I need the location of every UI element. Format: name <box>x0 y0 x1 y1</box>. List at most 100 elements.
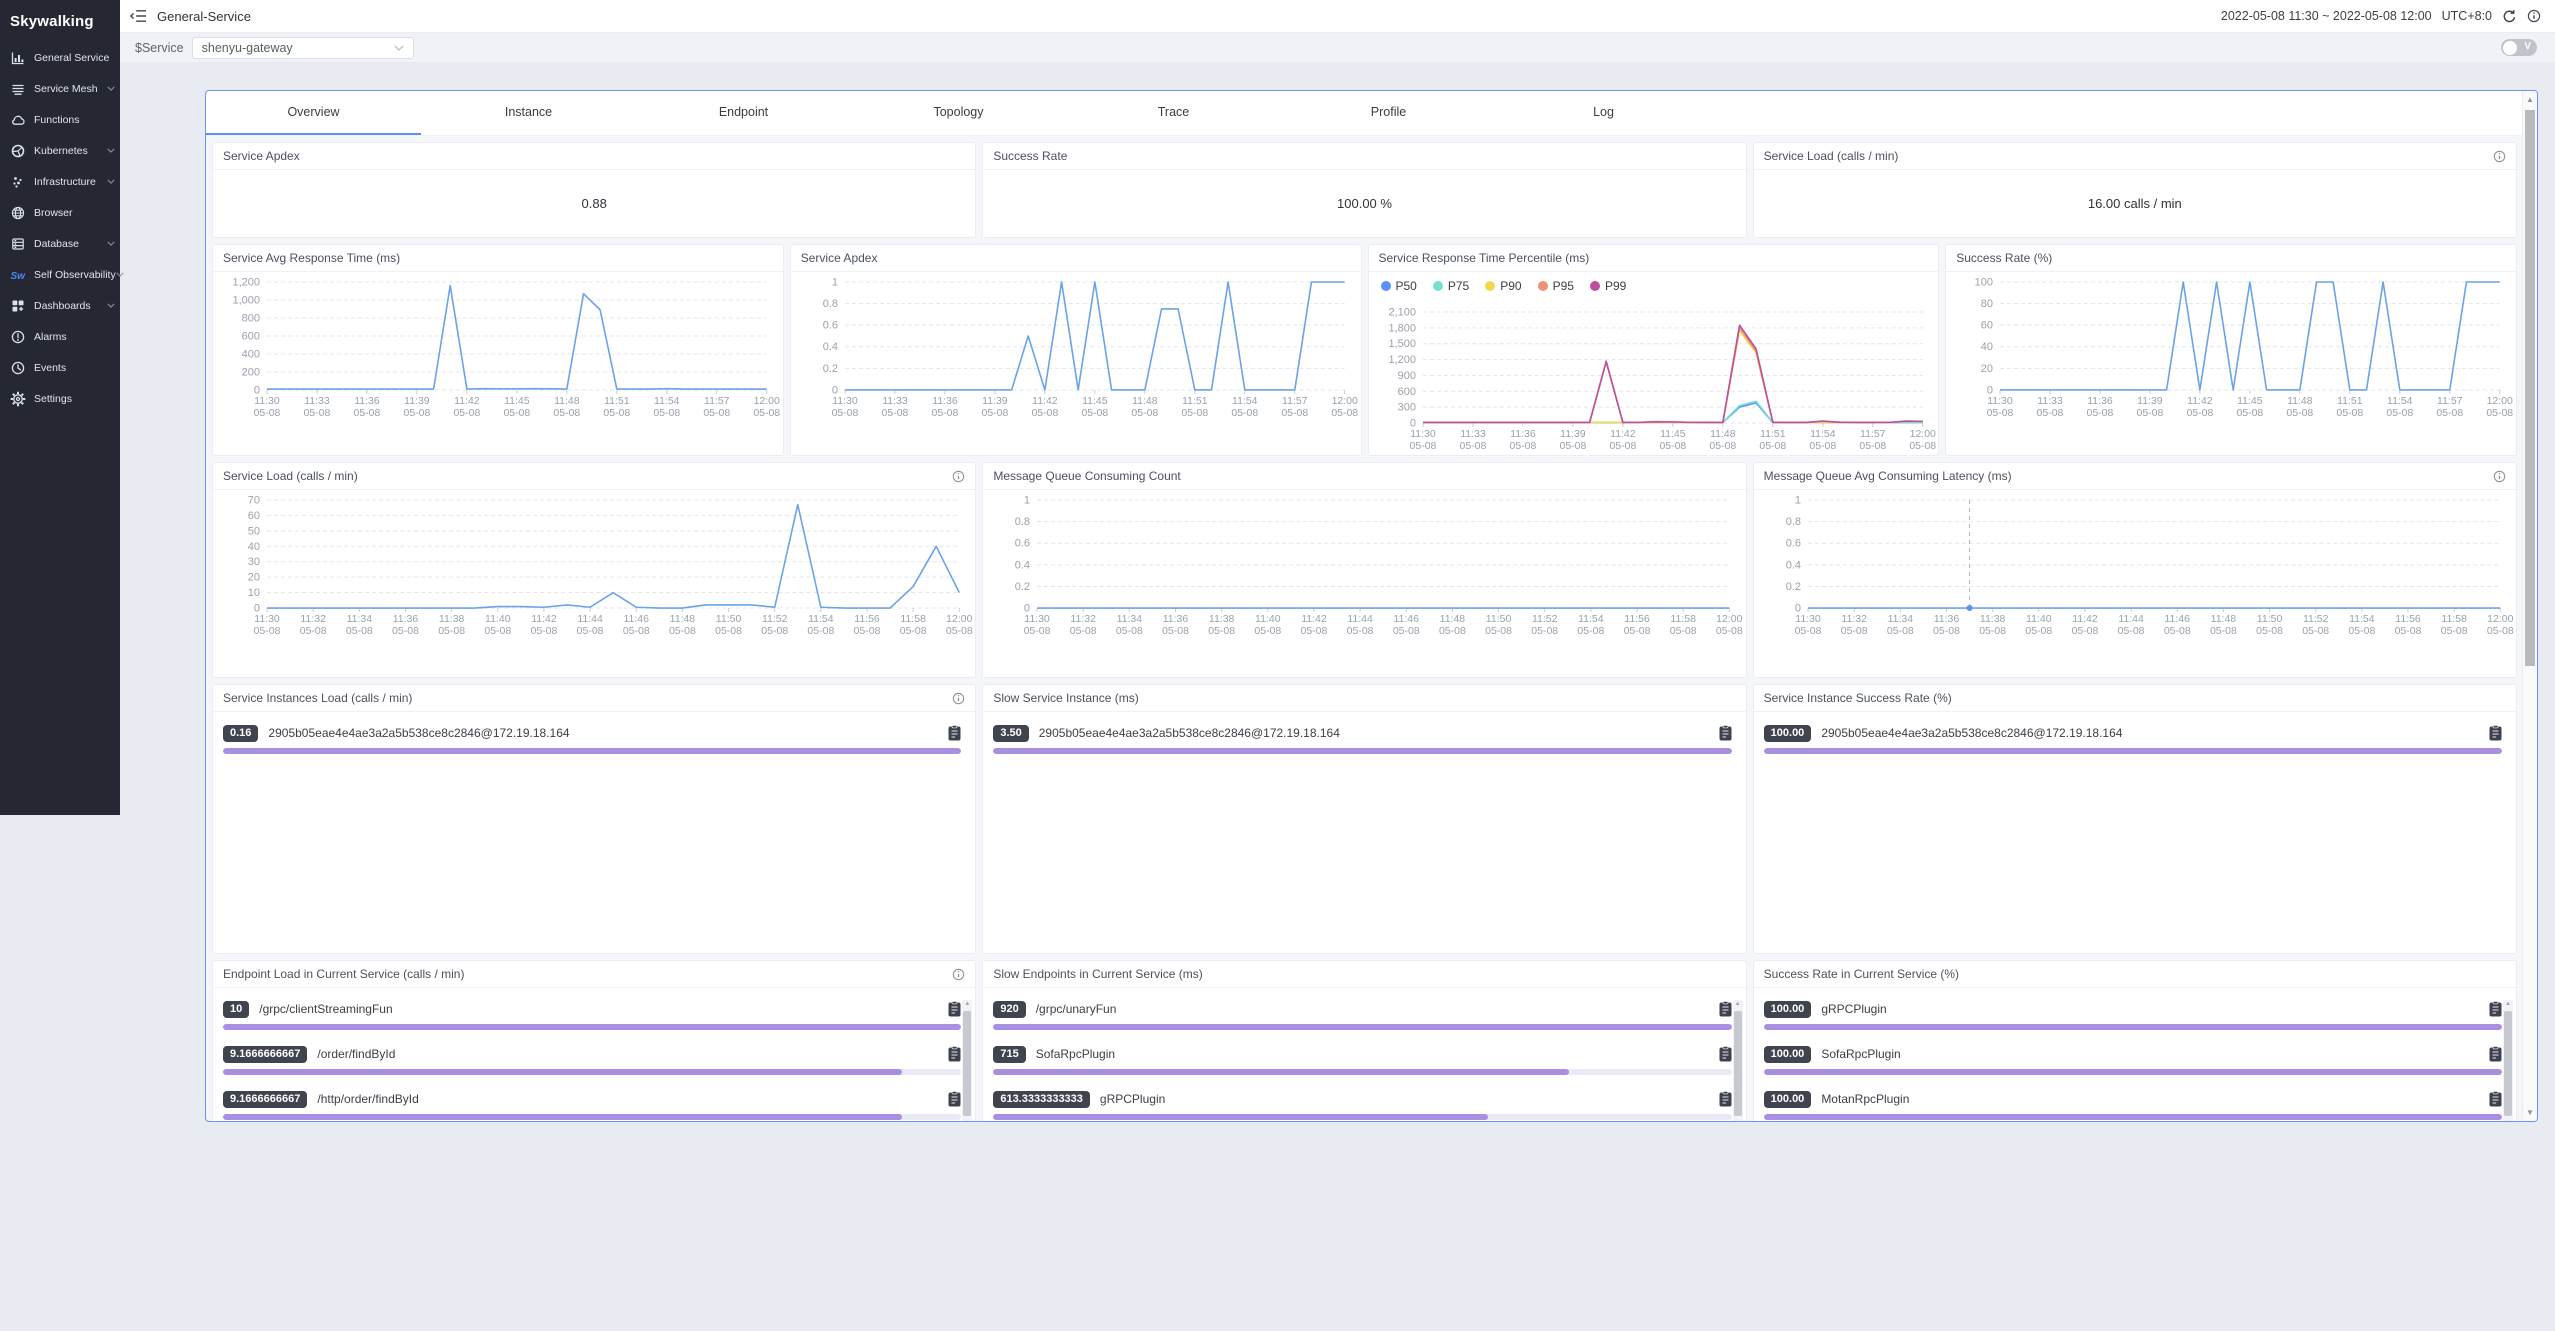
sidebar-item-infrastructure[interactable]: Infrastructure <box>0 166 120 197</box>
value-badge: 9.1666666667 <box>223 1046 307 1063</box>
svg-text:11:40: 11:40 <box>2026 613 2052 625</box>
sidebar-item-events[interactable]: Events <box>0 352 120 383</box>
list-item[interactable]: 715SofaRpcPlugin <box>993 1043 1731 1075</box>
info-icon[interactable] <box>2527 9 2541 23</box>
service-select[interactable]: shenyu-gateway <box>192 37 414 59</box>
sidebar-collapse-icon[interactable] <box>130 9 147 23</box>
tab-overview[interactable]: Overview <box>206 91 421 135</box>
list-item[interactable]: 3.502905b05eae4e4ae3a2a5b538ce8c2846@172… <box>993 722 1731 754</box>
info-icon[interactable] <box>952 470 965 483</box>
copy-icon[interactable] <box>1719 1001 1732 1017</box>
scrollbar-thumb[interactable] <box>1734 1011 1742 1116</box>
tab-endpoint[interactable]: Endpoint <box>636 91 851 135</box>
scroll-up-arrow[interactable]: ▲ <box>2503 1001 2513 1007</box>
refresh-icon[interactable] <box>2502 9 2517 24</box>
list-item[interactable]: 613.3333333333gRPCPlugin <box>993 1088 1731 1120</box>
list-item[interactable]: 100.00SofaRpcPlugin <box>1764 1043 2502 1075</box>
copy-icon[interactable] <box>1719 725 1732 741</box>
service-apdex-chart[interactable]: 00.20.40.60.8111:3005-0811:3305-0811:360… <box>791 272 1361 422</box>
list-item[interactable]: 100.00gRPCPlugin <box>1764 998 2502 1030</box>
copy-icon[interactable] <box>2489 1091 2502 1107</box>
copy-icon[interactable] <box>1719 1091 1732 1107</box>
sidebar-item-browser[interactable]: Browser <box>0 197 120 228</box>
list-item[interactable]: 0.162905b05eae4e4ae3a2a5b538ce8c2846@172… <box>223 722 961 754</box>
svg-text:11:46: 11:46 <box>2164 613 2190 625</box>
info-icon[interactable] <box>952 968 965 981</box>
scroll-down-arrow[interactable]: ▼ <box>2523 1108 2537 1117</box>
list-scrollbar[interactable]: ▲▼ <box>962 1000 972 1122</box>
timezone[interactable]: UTC+8:0 <box>2442 9 2492 23</box>
sidebar-item-service-mesh[interactable]: Service Mesh <box>0 73 120 104</box>
list-item[interactable]: 10/grpc/clientStreamingFun <box>223 998 961 1030</box>
list-scrollbar[interactable]: ▲▼ <box>2503 1000 2513 1122</box>
time-range[interactable]: 2022-05-08 11:30 ~ 2022-05-08 12:00 <box>2221 9 2432 23</box>
panel-scrollbar[interactable]: ▲ ▼ <box>2522 91 2537 1121</box>
svg-text:05-08: 05-08 <box>1840 625 1867 637</box>
sidebar-item-dashboards[interactable]: Dashboards <box>0 290 120 321</box>
slow-endpoints-current-service-card: Slow Endpoints in Current Service (ms)92… <box>982 960 1746 1122</box>
tab-trace[interactable]: Trace <box>1066 91 1281 135</box>
list-item[interactable]: 100.002905b05eae4e4ae3a2a5b538ce8c2846@1… <box>1764 722 2502 754</box>
info-icon[interactable] <box>952 692 965 705</box>
sidebar-item-self-observability[interactable]: SwSelf Observability <box>0 259 120 290</box>
copy-icon[interactable] <box>948 1001 961 1017</box>
legend-item-p75[interactable]: P75 <box>1433 279 1469 293</box>
svg-text:0.2: 0.2 <box>1015 581 1030 593</box>
legend-item-p99[interactable]: P99 <box>1590 279 1626 293</box>
list-item[interactable]: 9.1666666667/http/order/findById <box>223 1088 961 1120</box>
copy-icon[interactable] <box>948 1091 961 1107</box>
info-icon[interactable] <box>2493 150 2506 163</box>
list-item[interactable]: 100.00MotanRpcPlugin <box>1764 1088 2502 1120</box>
scroll-up-arrow[interactable]: ▲ <box>962 1001 972 1007</box>
legend-dot <box>1381 281 1391 291</box>
copy-icon[interactable] <box>948 725 961 741</box>
sidebar-item-label: General Service <box>34 52 120 64</box>
scrollbar-thumb[interactable] <box>963 1011 971 1116</box>
svg-text:0: 0 <box>254 384 260 396</box>
copy-icon[interactable] <box>948 1046 961 1062</box>
success-rate-chart[interactable]: 02040608010011:3005-0811:3305-0811:3605-… <box>1946 272 2516 422</box>
legend-item-p50[interactable]: P50 <box>1381 279 1417 293</box>
service-load-chart[interactable]: 01020304050607011:3005-0811:3205-0811:34… <box>213 490 975 640</box>
tab-instance[interactable]: Instance <box>421 91 636 135</box>
legend-item-p95[interactable]: P95 <box>1538 279 1574 293</box>
info-icon[interactable] <box>2493 470 2506 483</box>
legend-label: P90 <box>1500 279 1521 293</box>
scrollbar-thumb[interactable] <box>2504 1011 2512 1116</box>
svg-text:05-08: 05-08 <box>703 408 730 419</box>
copy-icon[interactable] <box>2489 1046 2502 1062</box>
list-scrollbar[interactable]: ▲▼ <box>1733 1000 1743 1122</box>
scroll-up-arrow[interactable]: ▲ <box>2523 95 2537 104</box>
tab-profile[interactable]: Profile <box>1281 91 1496 135</box>
svg-text:11:54: 11:54 <box>2349 613 2375 625</box>
sidebar-item-settings[interactable]: Settings <box>0 383 120 414</box>
svg-text:05-08: 05-08 <box>300 625 327 637</box>
sidebar-item-functions[interactable]: Functions <box>0 104 120 135</box>
service-response-time-percentile[interactable]: 03006009001,2001,5001,8002,10011:3005-08… <box>1369 302 1939 455</box>
copy-icon[interactable] <box>2489 725 2502 741</box>
copy-icon[interactable] <box>2489 1001 2502 1017</box>
svg-text:05-08: 05-08 <box>2071 625 2098 637</box>
mq-avg-consuming-latency[interactable]: 00.20.40.60.8111:3005-0811:3205-0811:340… <box>1754 490 2516 640</box>
sidebar-item-alarms[interactable]: Alarms <box>0 321 120 352</box>
scroll-up-arrow[interactable]: ▲ <box>1733 1001 1743 1007</box>
tab-log[interactable]: Log <box>1496 91 1711 135</box>
sidebar-item-general-service[interactable]: General Service <box>0 42 120 73</box>
legend-item-p90[interactable]: P90 <box>1485 279 1521 293</box>
legend-label: P99 <box>1605 279 1626 293</box>
value-bar-track <box>1764 1114 2502 1120</box>
list-item[interactable]: 920/grpc/unaryFun <box>993 998 1731 1030</box>
list-item[interactable]: 9.1666666667/order/findById <box>223 1043 961 1075</box>
sidebar-item-database[interactable]: Database <box>0 228 120 259</box>
tab-topology[interactable]: Topology <box>851 91 1066 135</box>
mq-consuming-count[interactable]: 00.20.40.60.8111:3005-0811:3205-0811:340… <box>983 490 1745 640</box>
service-avg-response-time[interactable]: 02004006008001,0001,20011:3005-0811:3305… <box>213 272 783 422</box>
copy-icon[interactable] <box>1719 1046 1732 1062</box>
scrollbar-thumb[interactable] <box>2525 110 2535 666</box>
value-badge: 100.00 <box>1764 1091 1812 1108</box>
legend-dot <box>1590 281 1600 291</box>
svg-text:05-08: 05-08 <box>831 408 858 419</box>
sidebar-item-kubernetes[interactable]: Kubernetes <box>0 135 120 166</box>
edit-toggle[interactable]: V <box>2501 39 2537 56</box>
value-bar-track <box>223 1114 961 1120</box>
